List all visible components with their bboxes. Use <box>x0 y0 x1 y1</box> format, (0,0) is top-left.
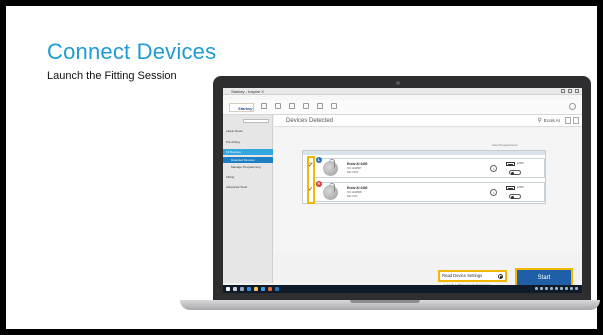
window-titlebar: Starkey - Inspire X <box>223 88 582 95</box>
camera-dot <box>396 81 400 85</box>
hearing-aid-icon <box>323 183 338 200</box>
tray-icon[interactable] <box>540 287 543 290</box>
device-serial: SN 1234567 <box>347 167 362 170</box>
slide-title: Connect Devices <box>47 39 217 64</box>
explorer-icon[interactable] <box>254 286 258 291</box>
app-icon[interactable] <box>268 286 272 291</box>
tray-icon[interactable] <box>565 287 568 290</box>
left-ear-badge: L <box>316 157 322 163</box>
user-badge[interactable]: ⚲ Ecols AI <box>537 117 560 124</box>
read-device-settings-option[interactable]: Read Device Settings <box>438 270 507 282</box>
help-icon[interactable] <box>569 103 576 110</box>
battery-level: 100% <box>517 186 524 189</box>
devices-panel: Connect Devices Evolv AI 2400 SN 1234567… <box>302 150 546 204</box>
tray-icon[interactable] <box>570 287 573 290</box>
battery-level: 100% <box>517 162 524 165</box>
windows-start-icon[interactable] <box>226 286 230 291</box>
battery-icon <box>506 162 515 166</box>
slide-subtitle: Launch the Fitting Session <box>47 70 177 82</box>
read-device-settings-label: Read Device Settings <box>442 273 483 278</box>
menu-button[interactable] <box>573 117 579 124</box>
user-name: Ecols AI <box>543 118 560 123</box>
device-toggle[interactable] <box>509 170 521 175</box>
tray-icon[interactable] <box>545 287 548 290</box>
sidebar: Latest News Pre-Fitting Fit Devices Dete… <box>223 115 273 283</box>
checkmark-icon[interactable]: ✓ <box>308 186 313 193</box>
system-tray <box>535 287 578 290</box>
sidebar-subitem-manage-programming[interactable]: Manage Programming <box>223 164 273 170</box>
tray-icon[interactable] <box>555 287 558 290</box>
sidebar-item-latest-news[interactable]: Latest News <box>226 129 243 133</box>
app-icon[interactable] <box>275 286 279 291</box>
hearing-aid-icon <box>323 159 338 176</box>
person-icon: ⚲ <box>537 118 542 124</box>
window-title: Starkey - Inspire X <box>231 89 264 94</box>
app-icon[interactable] <box>261 286 265 291</box>
panel-header: Connect Devices <box>303 151 545 165</box>
device-toggle[interactable] <box>509 194 521 199</box>
close-button[interactable] <box>575 89 579 93</box>
sidebar-button[interactable] <box>243 119 269 123</box>
sidebar-item-fitting[interactable]: Fitting <box>226 175 234 179</box>
logo-text: Starkey <box>238 106 253 111</box>
device-detail: RIC 0.8 R <box>347 171 359 174</box>
laptop-base <box>180 300 600 310</box>
laptop-lid: Starkey - Inspire X File Edit View Sessi… <box>213 76 591 300</box>
header-buttons <box>565 117 579 124</box>
save-icon[interactable] <box>303 103 309 109</box>
device-row-left[interactable]: Evolv AI 2400 SN 1234568 RIC 0.8 L ♪ 100… <box>313 182 545 202</box>
device-serial: SN 1234568 <box>347 191 362 194</box>
minimize-button[interactable] <box>561 89 565 93</box>
page-title: Devices Detected <box>286 118 334 124</box>
laptop-screen: Starkey - Inspire X File Edit View Sessi… <box>223 88 582 293</box>
battery-icon <box>506 186 515 190</box>
tray-icon[interactable] <box>560 287 563 290</box>
tray-icon[interactable] <box>535 287 538 290</box>
settings-button[interactable] <box>565 117 571 124</box>
user-icon[interactable] <box>261 103 267 109</box>
view-programmers-link[interactable]: View Programmers <box>492 143 517 147</box>
tray-icon[interactable] <box>550 287 553 290</box>
search-icon[interactable] <box>233 286 237 291</box>
new-icon[interactable] <box>275 103 281 109</box>
sidebar-item-pre-fitting[interactable]: Pre-Fitting <box>226 140 240 144</box>
maximize-button[interactable] <box>568 89 572 93</box>
print-icon[interactable] <box>317 103 323 109</box>
sidebar-subitem-detected-devices[interactable]: Detected Devices <box>223 157 273 163</box>
beep-icon[interactable]: ♪ <box>490 165 497 172</box>
sidebar-item-advanced-tools[interactable]: Advanced Tools <box>226 185 247 189</box>
wave-icon[interactable] <box>331 103 337 109</box>
device-name: Evolv AI 2400 <box>347 162 368 166</box>
brand-logo: Starkey <box>229 103 254 112</box>
radio-selected-icon[interactable] <box>498 274 503 279</box>
notification-icon[interactable] <box>575 287 578 290</box>
right-ear-badge: R <box>316 181 322 187</box>
toolbar-icons <box>261 103 337 109</box>
device-detail: RIC 0.8 L <box>347 195 358 198</box>
checkmark-icon[interactable]: ✓ <box>308 162 313 169</box>
edge-icon[interactable] <box>247 286 251 291</box>
beep-icon[interactable]: ♪ <box>490 189 497 196</box>
task-view-icon[interactable] <box>240 286 244 291</box>
device-name: Evolv AI 2400 <box>347 186 368 190</box>
taskbar-icons <box>226 286 279 291</box>
main-header: Devices Detected ⚲ Ecols AI <box>274 115 582 127</box>
sidebar-item-fit-devices[interactable]: Fit Devices <box>223 149 273 155</box>
windows-taskbar <box>223 285 582 293</box>
window-controls <box>561 89 579 93</box>
open-icon[interactable] <box>289 103 295 109</box>
laptop-notch <box>350 300 420 303</box>
toolbar: Starkey <box>223 100 582 115</box>
device-row-right[interactable]: Evolv AI 2400 SN 1234567 RIC 0.8 R ♪ 100… <box>313 158 545 178</box>
